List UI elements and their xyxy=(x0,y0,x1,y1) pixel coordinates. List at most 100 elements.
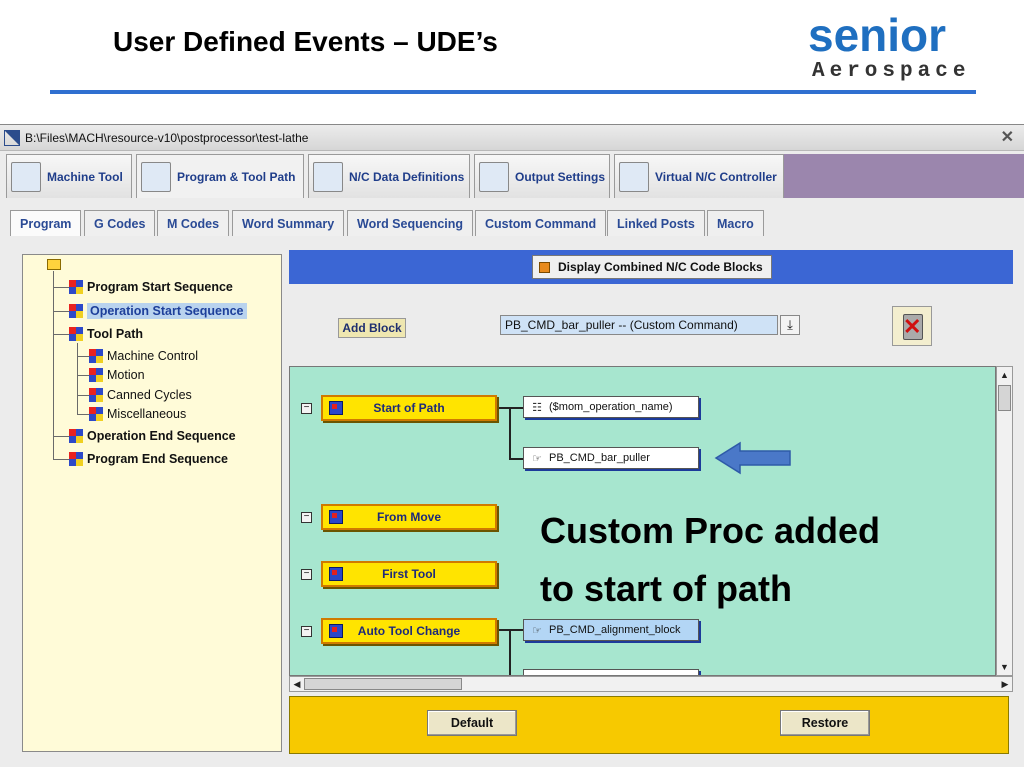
scroll-down-icon[interactable]: ▼ xyxy=(997,659,1012,675)
tree-item-program-start[interactable]: Program Start Sequence xyxy=(69,277,233,297)
restore-button[interactable]: Restore xyxy=(780,710,870,736)
delete-x-icon: ✕ xyxy=(903,314,922,339)
collapse-toggle[interactable]: − xyxy=(301,626,312,637)
tree-item-label: Miscellaneous xyxy=(107,407,187,421)
block-mom-operation-name[interactable]: ☷ ($mom_operation_name) xyxy=(523,396,699,418)
logo-word: senior xyxy=(808,9,947,61)
block-pb-cmd-alignment[interactable]: ☞ PB_CMD_alignment_block xyxy=(523,619,699,641)
event-start-of-path[interactable]: Start of Path xyxy=(321,395,497,421)
controller-icon xyxy=(619,161,649,192)
printer-icon xyxy=(479,161,509,192)
title-rule xyxy=(50,90,976,94)
horizontal-scrollbar[interactable]: ◀ ▶ xyxy=(289,676,1013,692)
event-icon xyxy=(329,624,343,638)
tab-label: N/C Data Definitions xyxy=(349,169,465,184)
connector-line xyxy=(509,629,511,675)
connector-line xyxy=(509,458,523,460)
tab-label: Virtual N/C Controller xyxy=(655,169,777,184)
logo-subtitle: Aerospace xyxy=(812,60,971,83)
tab-program-tool-path[interactable]: Program & Tool Path xyxy=(136,154,304,198)
tree-item-label: Canned Cycles xyxy=(107,388,192,402)
tab-label: Output Settings xyxy=(515,169,605,184)
data-definitions-icon xyxy=(313,161,343,192)
tree-item-operation-end[interactable]: Operation End Sequence xyxy=(69,426,236,446)
subtab-macro[interactable]: Macro xyxy=(707,210,764,236)
scroll-left-icon[interactable]: ◀ xyxy=(290,677,304,691)
tree-item-tool-path[interactable]: Tool Path xyxy=(69,324,143,344)
tree-item-miscellaneous[interactable]: Miscellaneous xyxy=(89,404,186,424)
subtab-program[interactable]: Program xyxy=(10,210,82,236)
sequence-cube-icon xyxy=(69,280,83,294)
event-first-tool[interactable]: First Tool xyxy=(321,561,497,587)
block-label: PB_CMD_bar_puller xyxy=(549,452,650,464)
subtab-m-codes[interactable]: M Codes xyxy=(157,210,230,236)
close-icon[interactable]: ✕ xyxy=(1001,127,1014,147)
connector-line xyxy=(497,407,509,409)
event-from-move[interactable]: From Move xyxy=(321,504,497,530)
tree-item-motion[interactable]: Motion xyxy=(89,365,145,385)
collapse-toggle[interactable]: − xyxy=(301,569,312,580)
tree-item-label: Operation Start Sequence xyxy=(87,303,247,319)
tree-item-label: Tool Path xyxy=(87,327,144,341)
tab-nc-data-definitions[interactable]: N/C Data Definitions xyxy=(308,154,470,198)
sequence-cube-icon xyxy=(69,429,83,443)
tree-line xyxy=(77,375,89,376)
tree-item-canned-cycles[interactable]: Canned Cycles xyxy=(89,385,192,405)
trash-icon[interactable]: ✕ xyxy=(892,306,932,346)
tab-output-settings[interactable]: Output Settings xyxy=(474,154,610,198)
program-path-icon xyxy=(141,161,171,192)
block-selector[interactable]: PB_CMD_bar_puller -- (Custom Command) xyxy=(500,315,778,335)
default-button[interactable]: Default xyxy=(427,710,517,736)
senior-aerospace-logo: senior Aerospace xyxy=(808,9,988,86)
tab-virtual-nc-controller[interactable]: Virtual N/C Controller xyxy=(614,154,784,198)
tree-line xyxy=(53,271,54,459)
tree-line xyxy=(77,356,89,357)
subtab-custom-command[interactable]: Custom Command xyxy=(475,210,607,236)
add-block-button[interactable]: Add Block xyxy=(338,318,406,338)
dropdown-arrow-icon[interactable]: ⤓ xyxy=(780,315,800,335)
block-partial[interactable] xyxy=(523,669,699,675)
collapse-toggle[interactable]: − xyxy=(301,403,312,414)
connector-line xyxy=(497,629,509,631)
sequence-cube-icon xyxy=(89,349,103,363)
event-icon xyxy=(329,567,343,581)
window-titlebar: B:\Files\MACH\resource-v10\postprocessor… xyxy=(0,125,1024,151)
tree-item-program-end[interactable]: Program End Sequence xyxy=(69,449,228,469)
event-label: From Move xyxy=(376,510,441,524)
main-tabs: Machine Tool Program & Tool Path N/C Dat… xyxy=(0,154,1024,198)
annotation-line-1: Custom Proc added xyxy=(540,510,881,551)
scroll-right-icon[interactable]: ▶ xyxy=(998,677,1012,691)
tree-line xyxy=(53,436,69,437)
machine-tool-icon xyxy=(11,161,41,192)
block-pb-cmd-bar-puller[interactable]: ☞ PB_CMD_bar_puller xyxy=(523,447,699,469)
text-block-icon: ☷ xyxy=(532,401,542,414)
subtab-word-sequencing[interactable]: Word Sequencing xyxy=(347,210,474,236)
event-label: Start of Path xyxy=(373,401,445,415)
scroll-thumb[interactable] xyxy=(304,678,462,690)
tree-line xyxy=(77,343,78,415)
tab-machine-tool[interactable]: Machine Tool xyxy=(6,154,132,198)
tree-item-operation-start[interactable]: Operation Start Sequence xyxy=(69,301,247,321)
event-auto-tool-change[interactable]: Auto Tool Change xyxy=(321,618,497,644)
collapse-toggle[interactable]: − xyxy=(301,512,312,523)
subtab-word-summary[interactable]: Word Summary xyxy=(232,210,345,236)
tab-label: Program & Tool Path xyxy=(177,169,296,184)
folder-icon xyxy=(47,259,61,270)
tree-line xyxy=(77,414,89,415)
scroll-up-icon[interactable]: ▲ xyxy=(997,367,1012,383)
subtab-g-codes[interactable]: G Codes xyxy=(84,210,156,236)
event-label: First Tool xyxy=(382,567,436,581)
checkbox-icon xyxy=(539,261,550,273)
event-icon xyxy=(329,510,343,524)
tree-item-label: Operation End Sequence xyxy=(87,429,236,443)
tree-line xyxy=(53,287,69,288)
display-combined-toggle[interactable]: Display Combined N/C Code Blocks xyxy=(532,255,772,279)
window-path: B:\Files\MACH\resource-v10\postprocessor… xyxy=(25,131,309,145)
tree-line xyxy=(53,311,69,312)
scroll-thumb[interactable] xyxy=(998,385,1011,411)
tree-item-machine-control[interactable]: Machine Control xyxy=(89,346,198,366)
annotation-text: Custom Proc added to start of path xyxy=(540,502,880,618)
subtab-linked-posts[interactable]: Linked Posts xyxy=(607,210,705,236)
hand-pointer-icon: ☞ xyxy=(532,624,542,637)
vertical-scrollbar[interactable]: ▲ ▼ xyxy=(996,366,1013,676)
